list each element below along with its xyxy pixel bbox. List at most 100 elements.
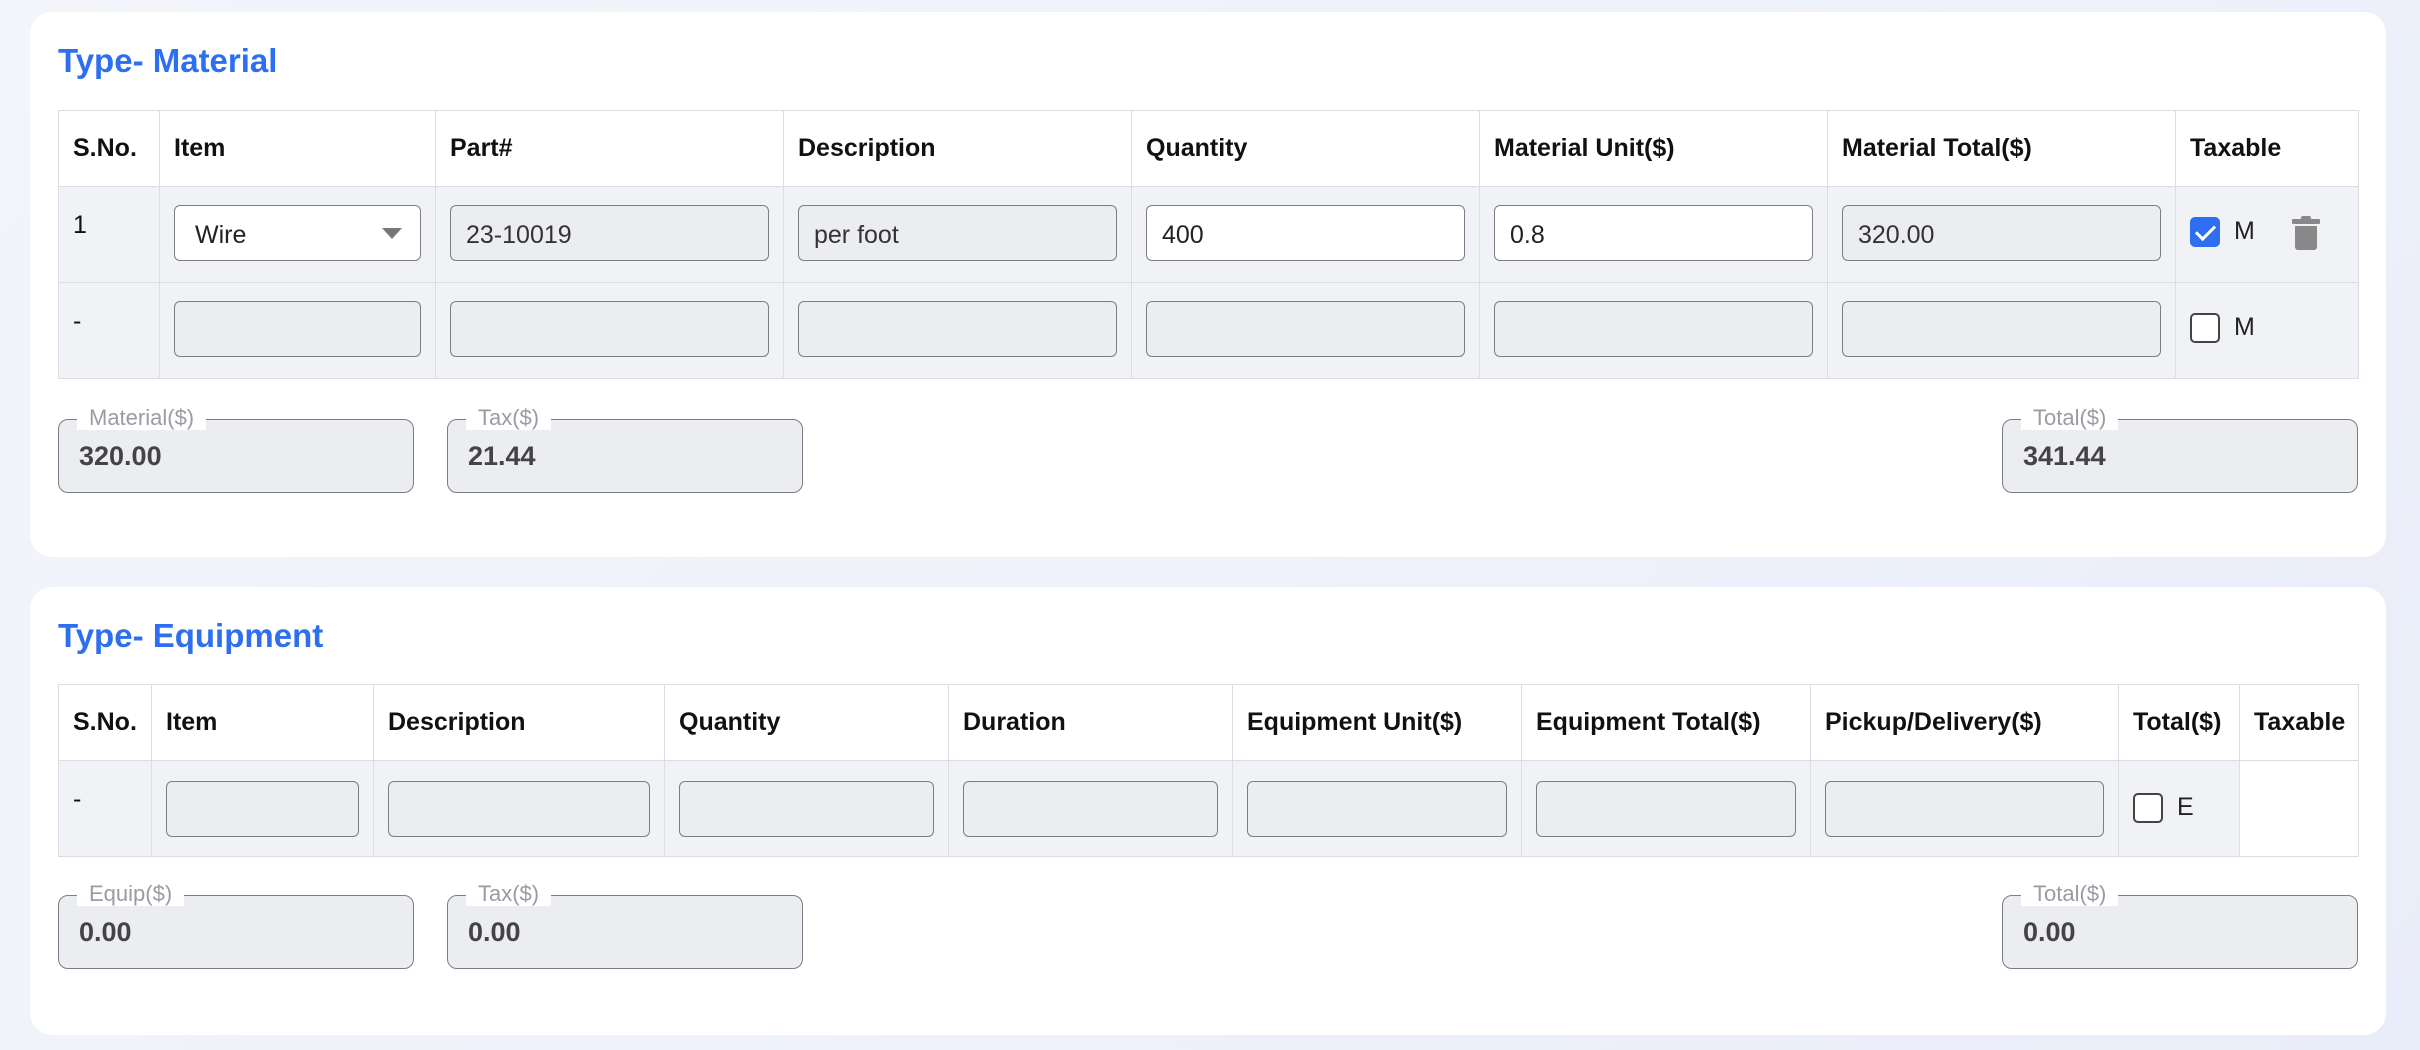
equipment-table: S.No. Item Description Quantity Duration… xyxy=(58,684,2359,857)
part-cell xyxy=(435,282,784,379)
material-card: Type- Material S.No. Item Part# Descript… xyxy=(30,12,2386,557)
taxable-label: M xyxy=(2234,313,2255,341)
equip-total-summary-label: Total($) xyxy=(2021,882,2119,906)
material-tax-field[interactable]: Tax($) 21.44 xyxy=(447,406,803,493)
quantity-input[interactable]: 400 xyxy=(1146,205,1465,261)
total-cell xyxy=(1827,282,2176,379)
material-tax-value: 21.44 xyxy=(468,441,536,471)
unit-cell: 0.8 xyxy=(1479,186,1828,283)
sno-cell: 1 xyxy=(58,186,160,283)
quantity-cell xyxy=(1131,282,1480,379)
equip-tax-value: 0.00 xyxy=(468,917,521,947)
description-field[interactable] xyxy=(388,781,650,837)
material-total-summary-field[interactable]: Total($) 341.44 xyxy=(2002,406,2358,493)
description-cell xyxy=(783,282,1132,379)
table-row: - E xyxy=(58,760,2359,857)
taxable-checkbox[interactable] xyxy=(2190,313,2220,343)
taxable-cell: M xyxy=(2175,282,2359,379)
col-header-total: Total($) xyxy=(2118,684,2240,761)
item-cell: Wire xyxy=(159,186,436,283)
unit-cell xyxy=(1232,760,1522,857)
material-unit-input[interactable]: 0.8 xyxy=(1494,205,1813,261)
col-header-pickup-delivery: Pickup/Delivery($) xyxy=(1810,684,2119,761)
equip-subtotal-label: Equip($) xyxy=(77,882,185,906)
item-select[interactable]: Wire xyxy=(174,205,421,261)
equipment-total-field[interactable] xyxy=(1536,781,1796,837)
col-header-sno: S.No. xyxy=(58,684,152,761)
equipment-card: Type- Equipment S.No. Item Description Q… xyxy=(30,587,2386,1035)
material-subtotal-label: Material($) xyxy=(77,406,207,430)
table-row: - M xyxy=(58,282,2359,379)
col-header-part: Part# xyxy=(435,110,784,187)
duration-field[interactable] xyxy=(963,781,1218,837)
material-total-field[interactable]: 320.00 xyxy=(1842,205,2161,261)
row-number: 1 xyxy=(73,211,87,239)
material-subtotal-value: 320.00 xyxy=(79,441,162,471)
col-header-material-total: Material Total($) xyxy=(1827,110,2176,187)
item-field[interactable] xyxy=(174,301,421,357)
item-cell xyxy=(151,760,374,857)
description-field[interactable] xyxy=(798,301,1117,357)
material-tax-label: Tax($) xyxy=(466,406,552,430)
col-header-equipment-total: Equipment Total($) xyxy=(1521,684,1811,761)
col-header-material-unit: Material Unit($) xyxy=(1479,110,1828,187)
part-field[interactable]: 23-10019 xyxy=(450,205,769,261)
material-subtotal-field[interactable]: Material($) 320.00 xyxy=(58,406,414,493)
duration-cell xyxy=(948,760,1233,857)
material-total-field[interactable] xyxy=(1842,301,2161,357)
equip-tax-field[interactable]: Tax($) 0.00 xyxy=(447,882,803,969)
taxable-cell: M xyxy=(2175,186,2359,283)
equip-subtotal-field[interactable]: Equip($) 0.00 xyxy=(58,882,414,969)
material-unit-field[interactable] xyxy=(1494,301,1813,357)
material-header-row: S.No. Item Part# Description Quantity Ma… xyxy=(58,110,2359,187)
part-cell: 23-10019 xyxy=(435,186,784,283)
taxable-label: M xyxy=(2234,217,2255,245)
unit-cell xyxy=(1479,282,1828,379)
col-header-quantity: Quantity xyxy=(664,684,949,761)
col-header-equipment-unit: Equipment Unit($) xyxy=(1232,684,1522,761)
quantity-field[interactable] xyxy=(1146,301,1465,357)
equipment-title: Type- Equipment xyxy=(58,617,324,654)
equipment-unit-field[interactable] xyxy=(1247,781,1507,837)
row-number: - xyxy=(73,307,82,335)
taxable-checkbox[interactable] xyxy=(2190,217,2220,247)
material-title: Type- Material xyxy=(58,42,278,79)
equip-total-summary-value: 0.00 xyxy=(2023,917,2076,947)
trash-icon[interactable] xyxy=(2292,216,2320,250)
taxable-label: E xyxy=(2177,793,2194,821)
table-row: 1 Wire 23-10019 per foot 400 0.8 320.00 … xyxy=(58,186,2359,283)
part-field[interactable] xyxy=(450,301,769,357)
col-header-description: Description xyxy=(783,110,1132,187)
quantity-cell: 400 xyxy=(1131,186,1480,283)
taxable-cell xyxy=(2239,760,2359,857)
col-header-duration: Duration xyxy=(948,684,1233,761)
pickup-delivery-field[interactable] xyxy=(1825,781,2104,837)
taxable-checkbox[interactable] xyxy=(2133,793,2163,823)
col-header-quantity: Quantity xyxy=(1131,110,1480,187)
pickup-cell xyxy=(1810,760,2119,857)
col-header-taxable: Taxable xyxy=(2175,110,2359,187)
col-header-item: Item xyxy=(159,110,436,187)
equipment-header-row: S.No. Item Description Quantity Duration… xyxy=(58,684,2359,761)
col-header-taxable: Taxable xyxy=(2239,684,2359,761)
chevron-down-icon xyxy=(382,228,402,239)
col-header-item: Item xyxy=(151,684,374,761)
description-cell xyxy=(373,760,665,857)
sno-cell: - xyxy=(58,282,160,379)
quantity-cell xyxy=(664,760,949,857)
equip-total-summary-field[interactable]: Total($) 0.00 xyxy=(2002,882,2358,969)
equip-tax-label: Tax($) xyxy=(466,882,552,906)
material-total-summary-label: Total($) xyxy=(2021,406,2119,430)
description-field[interactable]: per foot xyxy=(798,205,1117,261)
item-cell xyxy=(159,282,436,379)
sno-cell: - xyxy=(58,760,152,857)
material-total-summary-value: 341.44 xyxy=(2023,441,2106,471)
item-select-value: Wire xyxy=(195,221,247,249)
quantity-field[interactable] xyxy=(679,781,934,837)
material-table: S.No. Item Part# Description Quantity Ma… xyxy=(58,110,2359,379)
col-header-description: Description xyxy=(373,684,665,761)
item-field[interactable] xyxy=(166,781,359,837)
total-cell: 320.00 xyxy=(1827,186,2176,283)
equip-subtotal-value: 0.00 xyxy=(79,917,132,947)
row-number: - xyxy=(73,785,82,813)
